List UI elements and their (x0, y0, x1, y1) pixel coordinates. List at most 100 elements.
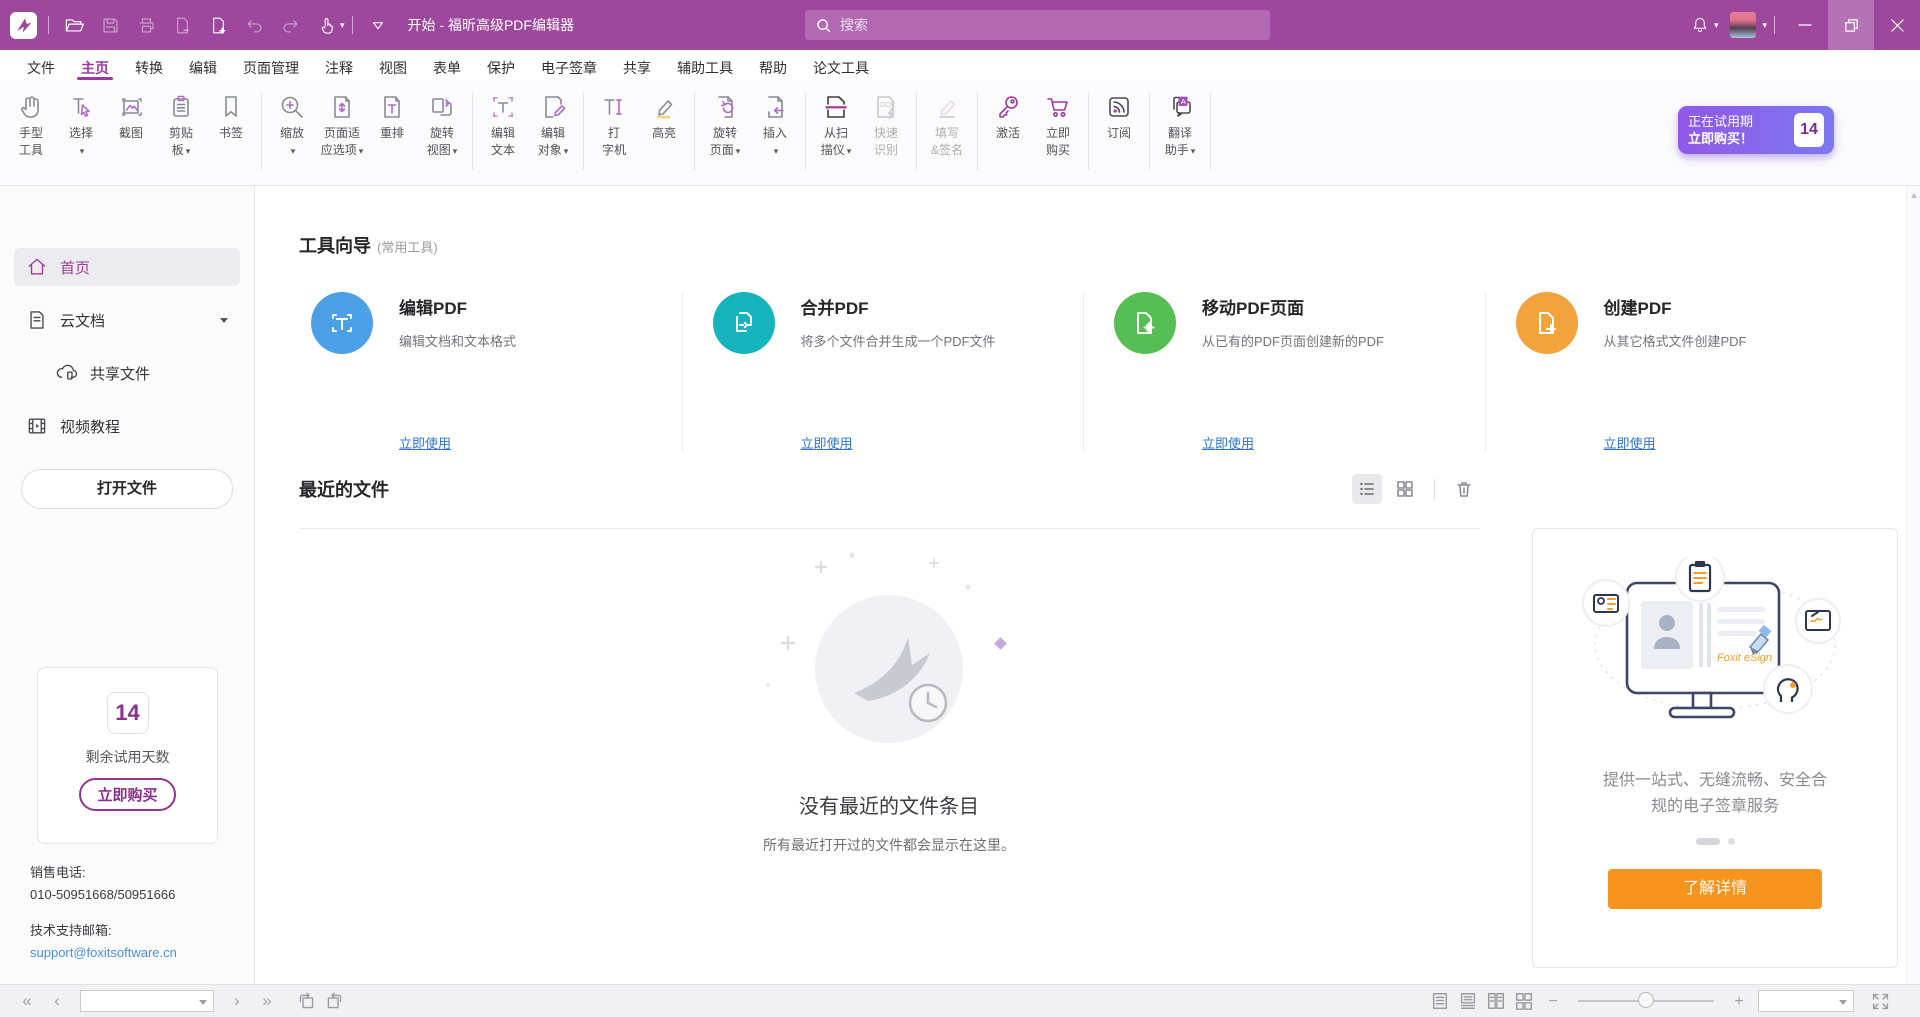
hand-tool-caret-icon[interactable]: ▾ (340, 20, 345, 31)
rotate-view-button[interactable]: 旋转视图 (417, 90, 467, 159)
tab-share[interactable]: 共享 (610, 50, 664, 80)
tab-accessibility[interactable]: 辅助工具 (664, 50, 746, 80)
hand-pointer-icon[interactable] (308, 8, 344, 42)
tool-card-edit-pdf[interactable]: 编辑PDF 编辑文档和文本格式 立即使用 (299, 292, 682, 452)
single-page-view-button[interactable] (1426, 987, 1454, 1015)
pagination-dot[interactable] (1728, 838, 1735, 845)
snapshot-button[interactable]: 截图 (106, 90, 156, 141)
use-now-link[interactable]: 立即使用 (399, 433, 516, 452)
global-search[interactable] (805, 10, 1270, 40)
save-icon[interactable] (92, 8, 128, 42)
trial-period-badge[interactable]: 正在试用期 立即购买！ 14 (1678, 106, 1834, 154)
minimize-button[interactable] (1782, 0, 1828, 50)
print-icon[interactable] (128, 8, 164, 42)
fill-sign-button[interactable]: 填写&签名 (922, 90, 972, 158)
tab-form[interactable]: 表单 (420, 50, 474, 80)
tab-view[interactable]: 视图 (366, 50, 420, 80)
clear-recent-trash-button[interactable] (1449, 474, 1479, 504)
tab-protect[interactable]: 保护 (474, 50, 528, 80)
first-page-button[interactable] (12, 986, 42, 1016)
vertical-scrollbar[interactable] (1906, 186, 1920, 984)
tab-paper-tools[interactable]: 论文工具 (800, 50, 882, 80)
open-file-button[interactable]: 打开文件 (21, 469, 233, 509)
tab-esign[interactable]: 电子签章 (528, 50, 610, 80)
previous-page-button[interactable] (42, 986, 72, 1016)
support-mail-link[interactable]: support@foxitsoftware.cn (30, 942, 177, 964)
tab-file[interactable]: 文件 (14, 50, 68, 80)
notifications-caret-icon[interactable]: ▾ (1714, 20, 1719, 31)
buy-now-pill-button[interactable]: 立即购买 (79, 778, 175, 811)
highlight-button[interactable]: 高亮 (639, 90, 689, 141)
edit-object-button[interactable]: 编辑对象 (528, 90, 578, 159)
page-remove-icon[interactable] (164, 8, 200, 42)
user-avatar[interactable] (1730, 12, 1756, 38)
buy-now-button[interactable]: 立即购买 (1033, 90, 1083, 158)
rotate-page-button[interactable]: 旋转页面 (700, 90, 750, 159)
dropdown-caret: 应选项 (321, 143, 364, 159)
tab-home[interactable]: 主页 (68, 50, 122, 80)
reflow-button[interactable]: 重排 (367, 90, 417, 141)
rotate-right-button[interactable] (320, 987, 348, 1015)
zoom-slider[interactable] (1578, 1000, 1714, 1002)
from-scanner-button[interactable]: 从扫描仪 (811, 90, 861, 159)
grid-view-button[interactable] (1390, 474, 1420, 504)
page-number-input[interactable] (81, 991, 244, 1011)
fit-page-options-button[interactable]: 页面适应选项 (317, 90, 367, 159)
insert-page-button[interactable]: 插入 (750, 90, 800, 159)
close-button[interactable] (1874, 0, 1920, 50)
tool-card-move-pdf-pages[interactable]: 移动PDF页面 从已有的PDF页面创建新的PDF 立即使用 (1083, 292, 1485, 452)
sidebar-item-shared-files[interactable]: 共享文件 (14, 354, 240, 392)
sidebar-item-video-tutorials[interactable]: 视频教程 (14, 407, 240, 445)
redo-icon[interactable] (272, 8, 308, 42)
zoom-level-combobox[interactable] (1758, 990, 1854, 1012)
collapse-ribbon-icon[interactable] (360, 8, 396, 42)
activate-button[interactable]: 激活 (983, 90, 1033, 141)
pagination-dot-active[interactable] (1696, 838, 1720, 845)
tool-card-merge-pdf[interactable]: 合并PDF 将多个文件合并生成一个PDF文件 立即使用 (682, 292, 1084, 452)
continuous-page-view-button[interactable] (1454, 987, 1482, 1015)
tab-edit[interactable]: 编辑 (176, 50, 230, 80)
learn-more-button[interactable]: 了解详情 (1608, 869, 1822, 909)
sidebar-item-cloud-docs[interactable]: 云文档 (14, 301, 240, 339)
promo-pagination[interactable] (1533, 838, 1897, 845)
typewriter-button[interactable]: 打字机 (589, 90, 639, 158)
chevron-down-icon[interactable] (220, 318, 228, 323)
notifications-bell-icon[interactable] (1682, 8, 1718, 42)
zoom-level-input[interactable] (1759, 991, 1920, 1011)
last-page-button[interactable] (252, 986, 282, 1016)
clipboard-button[interactable]: 剪贴板 (156, 90, 206, 159)
subscribe-button[interactable]: 订阅 (1094, 90, 1144, 141)
zoom-button[interactable]: 缩放 (267, 90, 317, 159)
page-add-icon[interactable] (200, 8, 236, 42)
edit-text-button[interactable]: 编辑文本 (478, 90, 528, 158)
tab-page-management[interactable]: 页面管理 (230, 50, 312, 80)
restore-button[interactable] (1828, 0, 1874, 50)
support-mail-label: 技术支持邮箱: (30, 920, 177, 942)
use-now-link[interactable]: 立即使用 (801, 433, 996, 452)
translate-assistant-button[interactable]: A 翻译助手 (1155, 90, 1205, 159)
open-file-icon[interactable] (56, 8, 92, 42)
undo-icon[interactable] (236, 8, 272, 42)
edit-object-icon (536, 90, 570, 124)
rotate-left-button[interactable] (292, 987, 320, 1015)
page-number-combobox[interactable] (80, 990, 214, 1012)
use-now-link[interactable]: 立即使用 (1202, 433, 1384, 452)
zoom-slider-thumb[interactable] (1638, 992, 1654, 1008)
search-input[interactable] (840, 17, 1260, 33)
account-caret-icon[interactable]: ▾ (1762, 20, 1767, 31)
use-now-link[interactable]: 立即使用 (1604, 433, 1747, 452)
sidebar-item-home[interactable]: 首页 (14, 248, 240, 286)
zoom-in-button[interactable] (1724, 986, 1754, 1017)
quick-ocr-button[interactable]: OCR 快速识别 (861, 90, 911, 158)
tab-convert[interactable]: 转换 (122, 50, 176, 80)
tab-help[interactable]: 帮助 (746, 50, 800, 80)
bookmark-button[interactable]: 书签 (206, 90, 256, 141)
tab-comment[interactable]: 注释 (312, 50, 366, 80)
zoom-out-button[interactable] (1538, 986, 1568, 1017)
facing-page-view-button[interactable] (1482, 987, 1510, 1015)
hand-tool-button[interactable]: 手型工具 (6, 90, 56, 158)
select-tool-button[interactable]: 选择 (56, 90, 106, 159)
list-view-button[interactable] (1352, 474, 1382, 504)
facing-continuous-view-button[interactable] (1510, 987, 1538, 1015)
tool-card-create-pdf[interactable]: 创建PDF 从其它格式文件创建PDF 立即使用 (1485, 292, 1887, 452)
